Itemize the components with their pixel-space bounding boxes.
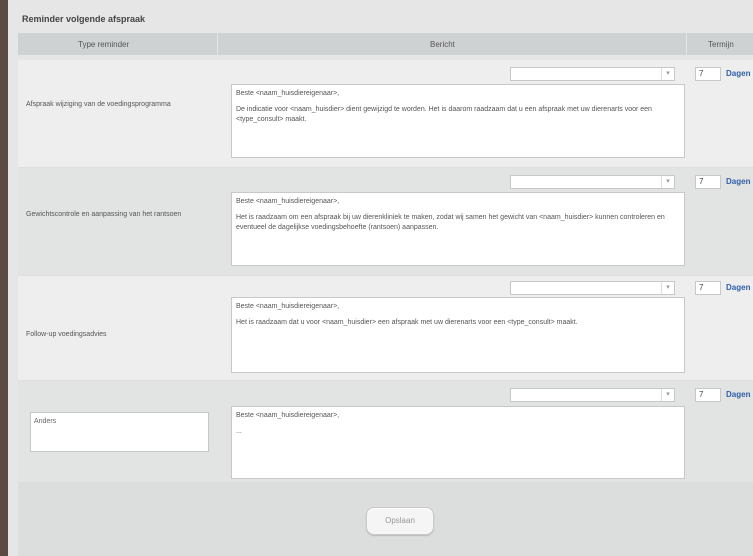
message-body: ... — [236, 428, 242, 435]
table-row: Gewichtscontrole en aanpassing van het r… — [18, 168, 753, 276]
column-divider — [217, 33, 218, 55]
form-footer: Opslaan — [18, 482, 753, 556]
message-greeting: Beste <naam_huisdiereigenaar>, — [236, 90, 340, 97]
message-greeting: Beste <naam_huisdiereigenaar>, — [236, 412, 340, 419]
reminder-type-label: Gewichtscontrole en aanpassing van het r… — [26, 211, 182, 218]
template-select[interactable]: ▾ — [510, 281, 675, 295]
template-select[interactable]: ▾ — [510, 175, 675, 189]
header-message: Bericht — [430, 40, 455, 49]
header-term: Termijn — [708, 40, 734, 49]
chevron-down-icon: ▾ — [661, 282, 674, 294]
term-input[interactable]: 7 — [695, 281, 721, 295]
table-row: Follow-up voedingsadvies ▾ Beste <naam_h… — [18, 276, 753, 381]
message-textarea[interactable]: Beste <naam_huisdiereigenaar>, ... — [231, 406, 685, 479]
table-header: Type reminder Bericht Termijn — [18, 33, 753, 55]
chevron-down-icon: ▾ — [661, 68, 674, 80]
column-divider — [686, 33, 687, 55]
template-select[interactable]: ▾ — [510, 388, 675, 402]
custom-type-input[interactable]: Anders — [30, 412, 209, 452]
days-label: Dagen — [726, 177, 751, 186]
message-body: Het is raadzaam dat u voor <naam_huisdie… — [236, 319, 578, 326]
reminder-type-label: Afspraak wijziging van de voedingsprogra… — [26, 101, 171, 108]
table-row: Afspraak wijziging van de voedingsprogra… — [18, 60, 753, 168]
chevron-down-icon: ▾ — [661, 176, 674, 188]
message-textarea[interactable]: Beste <naam_huisdiereigenaar>, Het is ra… — [231, 192, 685, 266]
save-button[interactable]: Opslaan — [366, 507, 434, 535]
message-body: De indicatie voor <naam_huisdier> dient … — [236, 106, 652, 123]
reminder-type-label: Follow-up voedingsadvies — [26, 331, 107, 338]
days-label: Dagen — [726, 390, 751, 399]
days-label: Dagen — [726, 69, 751, 78]
table-row: Anders ▾ Beste <naam_huisdiereigenaar>, … — [18, 381, 753, 483]
panel-title: Reminder volgende afspraak — [22, 14, 146, 24]
chevron-down-icon: ▾ — [661, 389, 674, 401]
reminder-panel: Reminder volgende afspraak Type reminder… — [8, 0, 753, 556]
message-body: Het is raadzaam om een afspraak bij uw d… — [236, 214, 665, 231]
term-input[interactable]: 7 — [695, 388, 721, 402]
message-greeting: Beste <naam_huisdiereigenaar>, — [236, 303, 340, 310]
message-greeting: Beste <naam_huisdiereigenaar>, — [236, 198, 340, 205]
term-input[interactable]: 7 — [695, 67, 721, 81]
template-select[interactable]: ▾ — [510, 67, 675, 81]
term-input[interactable]: 7 — [695, 175, 721, 189]
message-textarea[interactable]: Beste <naam_huisdiereigenaar>, Het is ra… — [231, 297, 685, 373]
header-type: Type reminder — [78, 40, 130, 49]
days-label: Dagen — [726, 283, 751, 292]
message-textarea[interactable]: Beste <naam_huisdiereigenaar>, De indica… — [231, 84, 685, 158]
